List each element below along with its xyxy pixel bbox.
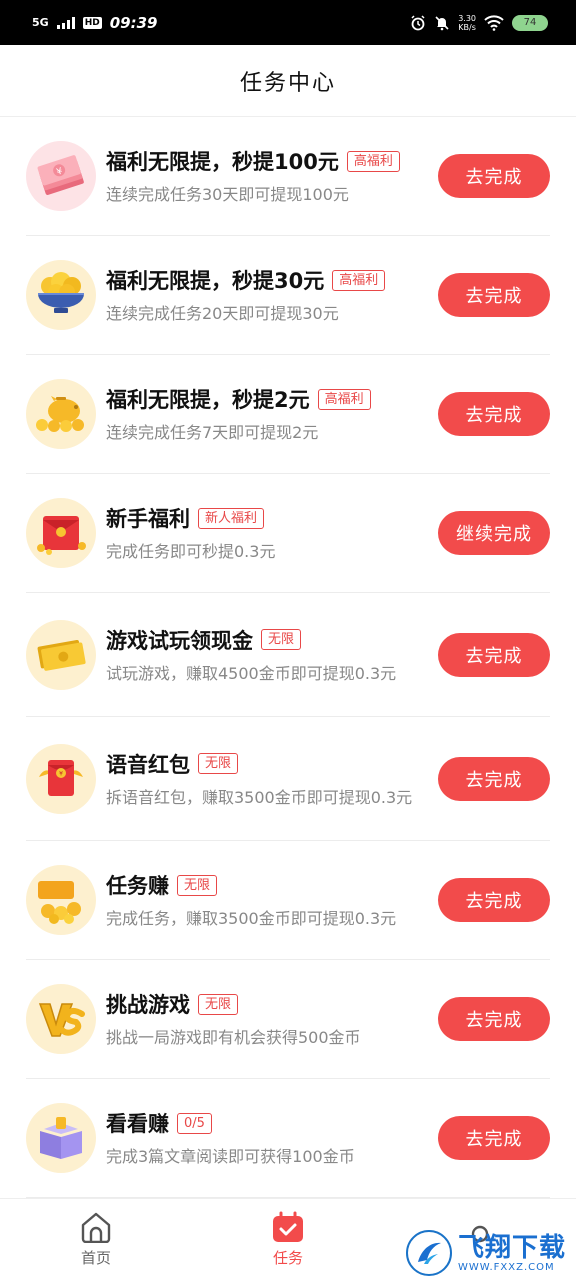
task-text: 福利无限提，秒提100元 高福利 连续完成任务30天即可提现100元 — [106, 146, 438, 206]
status-bar: 5G HD 09:39 3.30 KB/s 74 — [0, 0, 576, 45]
task-desc: 挑战一局游戏即有机会获得500金币 — [106, 1028, 361, 1047]
red-envelope-gift-icon — [26, 498, 96, 568]
watermark-logo-icon — [405, 1230, 452, 1276]
net-speed: 3.30 KB/s — [458, 13, 476, 32]
alarm-icon — [411, 14, 425, 30]
go-complete-button[interactable]: 去完成 — [438, 1116, 550, 1160]
red-packet-icon: ¥ — [26, 743, 96, 814]
list-item: 新手福利 新人福利 完成任务即可秒提0.3元 继续完成 — [26, 474, 550, 593]
nav-label-task: 任务 — [272, 1249, 303, 1267]
go-complete-button[interactable]: 去完成 — [438, 997, 550, 1041]
book-icon — [26, 1103, 96, 1173]
calendar-check-icon — [273, 1211, 303, 1242]
cash-stack-icon: ¥ — [26, 141, 96, 211]
task-desc: 完成3篇文章阅读即可获得100金币 — [106, 1147, 355, 1166]
home-icon — [81, 1212, 111, 1243]
nav-label-home: 首页 — [80, 1249, 111, 1267]
task-tag: 无限 — [177, 874, 218, 896]
network-type: 5G — [32, 15, 49, 29]
mute-bell-icon — [435, 15, 449, 30]
task-tag: 高福利 — [332, 269, 386, 291]
page-title: 任务中心 — [239, 70, 336, 96]
nav-item-home[interactable]: 首页 — [0, 1199, 192, 1280]
task-tag: 无限 — [198, 753, 239, 774]
follow-coins-icon — [26, 865, 96, 935]
go-complete-button[interactable]: 去完成 — [438, 632, 550, 677]
vs-icon — [26, 984, 96, 1054]
task-text: 福利无限提，秒提2元 高福利 连续完成任务7天即可提现2元 — [106, 384, 438, 444]
task-desc: 连续完成任务30天即可提现100元 — [106, 185, 349, 204]
watermark-title: 飞翔下载 — [457, 1232, 566, 1263]
task-text: 挑战游戏 无限 挑战一局游戏即有机会获得500金币 — [106, 989, 438, 1049]
task-text: 语音红包 无限 拆语音红包，赚取3500金币即可提现0.3元 — [106, 749, 438, 809]
task-text: 新手福利 新人福利 完成任务即可秒提0.3元 — [106, 503, 438, 563]
battery-icon: 74 — [512, 14, 548, 31]
task-text: 看看赚 0/5 完成3篇文章阅读即可获得100金币 — [106, 1108, 438, 1168]
watermark: 飞翔下载 WWW.FXXZ.COM — [405, 1230, 566, 1276]
task-title: 新手福利 — [106, 507, 190, 531]
task-title: 福利无限提，秒提2元 — [106, 388, 310, 412]
list-item: ¥ 语音红包 无限 拆语音红包，赚取3500金币即可提现0.3元 去完成 — [26, 717, 550, 841]
go-complete-button[interactable]: 去完成 — [438, 878, 550, 922]
go-complete-button[interactable]: 去完成 — [438, 273, 550, 317]
page-header: 任务中心 — [0, 45, 576, 117]
task-desc: 试玩游戏，赚取4500金币即可提现0.3元 — [106, 663, 397, 683]
task-desc: 连续完成任务7天即可提现2元 — [106, 423, 319, 442]
svg-text:¥: ¥ — [59, 770, 63, 777]
task-tag: 新人福利 — [198, 507, 265, 529]
nav-item-task[interactable]: 任务 — [192, 1199, 384, 1280]
list-item: ¥ 福利无限提，秒提100元 高福利 连续完成任务30天即可提现100元 去完成 — [26, 117, 550, 236]
gold-bowl-icon — [26, 260, 96, 330]
list-item: 挑战游戏 无限 挑战一局游戏即有机会获得500金币 去完成 — [26, 960, 550, 1079]
task-desc: 完成任务即可秒提0.3元 — [106, 542, 276, 561]
go-complete-button[interactable]: 去完成 — [438, 392, 550, 436]
task-title: 挑战游戏 — [106, 993, 190, 1017]
list-item: 看看赚 0/5 完成3篇文章阅读即可获得100金币 去完成 — [26, 1079, 550, 1198]
go-complete-button[interactable]: 去完成 — [438, 154, 550, 198]
go-complete-button[interactable]: 去完成 — [438, 756, 550, 801]
cash-icon — [26, 619, 96, 690]
clock: 09:39 — [109, 13, 158, 32]
task-tag: 高福利 — [317, 388, 371, 410]
task-list: ¥ 福利无限提，秒提100元 高福利 连续完成任务30天即可提现100元 去完成… — [0, 117, 576, 1198]
piggy-bank-icon — [26, 379, 96, 449]
task-title: 看看赚 — [106, 1112, 169, 1136]
hd-badge: HD — [82, 16, 102, 29]
signal-icon — [56, 16, 75, 29]
task-desc: 完成任务，赚取3500金币即可提现0.3元 — [106, 909, 397, 928]
task-text: 游戏试玩领现金 无限 试玩游戏，赚取4500金币即可提现0.3元 — [106, 625, 438, 685]
continue-button[interactable]: 继续完成 — [438, 511, 550, 555]
task-progress-tag: 0/5 — [177, 1112, 212, 1134]
task-tag: 高福利 — [346, 150, 400, 172]
list-item: 任务赚 无限 完成任务，赚取3500金币即可提现0.3元 去完成 — [26, 841, 550, 960]
task-tag: 无限 — [198, 993, 239, 1015]
watermark-url: WWW.FXXZ.COM — [457, 1261, 555, 1273]
task-desc: 拆语音红包，赚取3500金币即可提现0.3元 — [106, 787, 413, 807]
task-text: 任务赚 无限 完成任务，赚取3500金币即可提现0.3元 — [106, 870, 438, 930]
task-desc: 连续完成任务20天即可提现30元 — [106, 304, 339, 323]
task-title: 任务赚 — [106, 874, 169, 898]
wifi-icon — [484, 14, 504, 31]
task-text: 福利无限提，秒提30元 高福利 连续完成任务20天即可提现30元 — [106, 265, 438, 325]
list-item: 福利无限提，秒提2元 高福利 连续完成任务7天即可提现2元 去完成 — [26, 355, 550, 474]
task-tag: 无限 — [261, 629, 302, 650]
list-item: 游戏试玩领现金 无限 试玩游戏，赚取4500金币即可提现0.3元 去完成 — [26, 593, 550, 717]
list-item: 福利无限提，秒提30元 高福利 连续完成任务20天即可提现30元 去完成 — [26, 236, 550, 355]
task-title: 语音红包 — [106, 752, 190, 777]
task-title: 福利无限提，秒提30元 — [106, 269, 325, 293]
task-title: 游戏试玩领现金 — [106, 628, 253, 653]
task-title: 福利无限提，秒提100元 — [106, 150, 339, 174]
